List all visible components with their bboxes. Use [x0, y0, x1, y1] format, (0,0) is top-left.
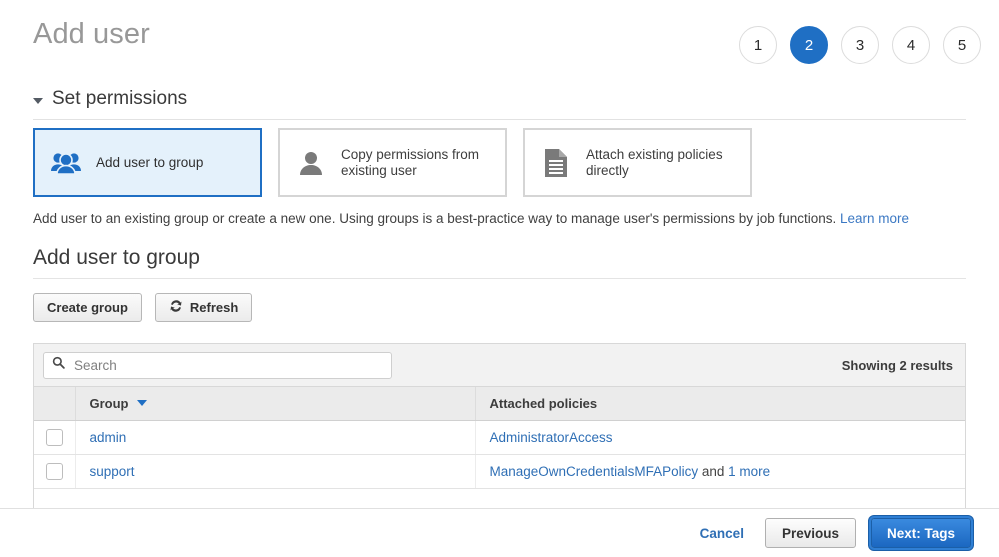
- learn-more-link[interactable]: Learn more: [840, 211, 909, 226]
- row-policies-cell: AdministratorAccess: [475, 420, 965, 454]
- group-actions-toolbar: Create group Refresh: [33, 293, 252, 322]
- refresh-button[interactable]: Refresh: [155, 293, 252, 322]
- groups-table-panel: Showing 2 results Group Attached policie…: [33, 343, 966, 513]
- set-permissions-header[interactable]: Set permissions: [33, 88, 966, 120]
- search-icon: [52, 356, 65, 374]
- permissions-helper-text: Add user to an existing group or create …: [33, 211, 973, 226]
- sort-descending-caret-icon: [137, 400, 147, 406]
- create-group-button[interactable]: Create group: [33, 293, 142, 322]
- column-header-attached-policies[interactable]: Attached policies: [475, 387, 965, 420]
- add-user-wizard-page: Add user 1 2 3 4 5 Set permissions: [0, 0, 999, 557]
- cancel-button[interactable]: Cancel: [694, 525, 750, 542]
- option-copy-permissions-label: Copy permissions from existing user: [341, 147, 491, 179]
- row-policies-cell: ManageOwnCredentialsMFAPolicy and 1 more: [475, 454, 965, 488]
- search-input[interactable]: [72, 357, 366, 374]
- option-attach-policies-label: Attach existing policies directly: [586, 147, 736, 179]
- helper-text: Add user to an existing group or create …: [33, 211, 836, 226]
- refresh-icon: [169, 299, 183, 316]
- option-copy-permissions[interactable]: Copy permissions from existing user: [278, 128, 507, 197]
- option-add-user-to-group[interactable]: Add user to group: [33, 128, 262, 197]
- previous-button[interactable]: Previous: [765, 518, 856, 548]
- policy-separator: and: [698, 464, 728, 479]
- group-link-admin[interactable]: admin: [90, 430, 127, 445]
- wizard-step-2[interactable]: 2: [790, 26, 828, 64]
- add-user-to-group-heading: Add user to group: [33, 246, 966, 279]
- wizard-footer: Cancel Previous Next: Tags: [0, 508, 999, 557]
- refresh-label: Refresh: [190, 300, 238, 315]
- row-checkbox[interactable]: [46, 429, 63, 446]
- search-input-wrapper[interactable]: [43, 352, 392, 379]
- table-row[interactable]: support ManageOwnCredentialsMFAPolicy an…: [34, 454, 965, 488]
- set-permissions-title: Set permissions: [52, 88, 187, 110]
- permission-option-cards: Add user to group Copy permissions from …: [33, 128, 752, 197]
- next-tags-button[interactable]: Next: Tags: [871, 518, 971, 548]
- document-icon: [539, 146, 573, 180]
- user-icon: [294, 146, 328, 180]
- wizard-step-indicator: 1 2 3 4 5: [739, 26, 981, 64]
- table-header-row: Group Attached policies: [34, 387, 965, 420]
- create-group-label: Create group: [47, 300, 128, 315]
- option-add-user-to-group-label: Add user to group: [96, 155, 203, 171]
- results-count: Showing 2 results: [842, 358, 953, 373]
- wizard-step-1[interactable]: 1: [739, 26, 777, 64]
- groups-table-toolbar: Showing 2 results: [34, 344, 965, 387]
- group-link-support[interactable]: support: [90, 464, 135, 479]
- policy-more-link[interactable]: 1 more: [728, 464, 770, 479]
- row-checkbox-cell[interactable]: [34, 454, 75, 488]
- column-header-group-label: Group: [90, 396, 129, 411]
- row-checkbox-cell[interactable]: [34, 420, 75, 454]
- wizard-step-5[interactable]: 5: [943, 26, 981, 64]
- select-all-header[interactable]: [34, 387, 75, 420]
- groups-table: Group Attached policies admin: [34, 387, 965, 489]
- page-title: Add user: [33, 18, 150, 51]
- page-header: Add user 1 2 3 4 5: [0, 0, 999, 84]
- column-header-group[interactable]: Group: [75, 387, 475, 420]
- wizard-step-4[interactable]: 4: [892, 26, 930, 64]
- policy-link-manageowncredentialsmfapolicy[interactable]: ManageOwnCredentialsMFAPolicy: [490, 464, 699, 479]
- column-header-attached-policies-label: Attached policies: [490, 396, 598, 411]
- user-group-icon: [49, 146, 83, 180]
- option-attach-policies[interactable]: Attach existing policies directly: [523, 128, 752, 197]
- row-checkbox[interactable]: [46, 463, 63, 480]
- wizard-step-3[interactable]: 3: [841, 26, 879, 64]
- policy-link-administratoraccess[interactable]: AdministratorAccess: [490, 430, 613, 445]
- table-row[interactable]: admin AdministratorAccess: [34, 420, 965, 454]
- row-group-cell: support: [75, 454, 475, 488]
- caret-down-icon: [33, 98, 43, 104]
- row-group-cell: admin: [75, 420, 475, 454]
